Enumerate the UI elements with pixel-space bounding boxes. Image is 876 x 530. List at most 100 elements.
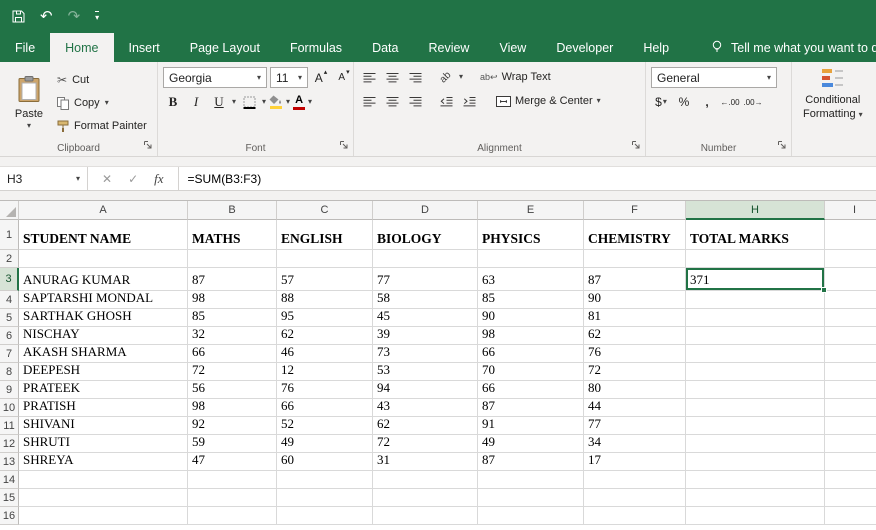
cell-B4[interactable]: 98 bbox=[188, 291, 277, 309]
merge-dropdown-icon[interactable]: ▾ bbox=[597, 97, 601, 105]
number-format-dropdown-icon[interactable]: ▾ bbox=[767, 74, 771, 82]
cell-A13[interactable]: SHREYA bbox=[19, 453, 188, 471]
cell-F11[interactable]: 77 bbox=[584, 417, 686, 435]
row-header-7[interactable]: 7 bbox=[0, 345, 19, 363]
top-align-button[interactable] bbox=[359, 67, 379, 87]
cell-H11[interactable] bbox=[686, 417, 825, 435]
cell-A12[interactable]: SHRUTI bbox=[19, 435, 188, 453]
decrease-font-size-button[interactable]: A▾ bbox=[334, 68, 354, 88]
cell-C11[interactable]: 52 bbox=[277, 417, 373, 435]
cell-F6[interactable]: 62 bbox=[584, 327, 686, 345]
cell-A7[interactable]: AKASH SHARMA bbox=[19, 345, 188, 363]
cell-I4[interactable] bbox=[825, 291, 876, 309]
cell-I5[interactable] bbox=[825, 309, 876, 327]
name-box-dropdown-icon[interactable]: ▾ bbox=[76, 175, 80, 183]
cell-C8[interactable]: 12 bbox=[277, 363, 373, 381]
cell-C6[interactable]: 62 bbox=[277, 327, 373, 345]
orientation-button[interactable]: ab bbox=[436, 67, 456, 87]
cell-D11[interactable]: 62 bbox=[373, 417, 478, 435]
cell-B2[interactable] bbox=[188, 250, 277, 268]
cell-D13[interactable]: 31 bbox=[373, 453, 478, 471]
cell-B13[interactable]: 47 bbox=[188, 453, 277, 471]
cell-A4[interactable]: SAPTARSHI MONDAL bbox=[19, 291, 188, 309]
cell-I3[interactable] bbox=[825, 268, 876, 291]
ribbon-tab-data[interactable]: Data bbox=[357, 33, 413, 62]
align-left-button[interactable] bbox=[359, 91, 379, 111]
cut-button[interactable]: ✂ Cut bbox=[57, 71, 147, 89]
cell-D15[interactable] bbox=[373, 489, 478, 507]
column-header-A[interactable]: A bbox=[19, 201, 188, 220]
cell-E14[interactable] bbox=[478, 471, 584, 489]
tell-me-box[interactable]: Tell me what you want to do bbox=[710, 33, 876, 62]
cell-A10[interactable]: PRATISH bbox=[19, 399, 188, 417]
cell-F5[interactable]: 81 bbox=[584, 309, 686, 327]
cell-E2[interactable] bbox=[478, 250, 584, 268]
row-header-9[interactable]: 9 bbox=[0, 381, 19, 399]
cell-D3[interactable]: 77 bbox=[373, 268, 478, 291]
row-header-5[interactable]: 5 bbox=[0, 309, 19, 327]
cell-F3[interactable]: 87 bbox=[584, 268, 686, 291]
cell-B1[interactable]: MATHS bbox=[188, 220, 277, 250]
row-header-10[interactable]: 10 bbox=[0, 399, 19, 417]
ribbon-tab-developer[interactable]: Developer bbox=[541, 33, 628, 62]
cell-C7[interactable]: 46 bbox=[277, 345, 373, 363]
cell-F14[interactable] bbox=[584, 471, 686, 489]
comma-style-button[interactable]: , bbox=[697, 92, 717, 112]
cell-I12[interactable] bbox=[825, 435, 876, 453]
font-name-combo[interactable]: Georgia ▾ bbox=[163, 67, 267, 88]
cell-B9[interactable]: 56 bbox=[188, 381, 277, 399]
number-dialog-launcher[interactable] bbox=[777, 139, 787, 153]
cell-H13[interactable] bbox=[686, 453, 825, 471]
cell-E13[interactable]: 87 bbox=[478, 453, 584, 471]
cell-F12[interactable]: 34 bbox=[584, 435, 686, 453]
cell-E8[interactable]: 70 bbox=[478, 363, 584, 381]
bottom-align-button[interactable] bbox=[405, 67, 425, 87]
cell-C2[interactable] bbox=[277, 250, 373, 268]
cell-H7[interactable] bbox=[686, 345, 825, 363]
cell-H2[interactable] bbox=[686, 250, 825, 268]
cell-B15[interactable] bbox=[188, 489, 277, 507]
name-box[interactable]: H3 ▾ bbox=[0, 167, 88, 190]
clipboard-dialog-launcher[interactable] bbox=[143, 139, 153, 153]
row-header-4[interactable]: 4 bbox=[0, 291, 19, 309]
cell-E10[interactable]: 87 bbox=[478, 399, 584, 417]
cell-A11[interactable]: SHIVANI bbox=[19, 417, 188, 435]
cell-H12[interactable] bbox=[686, 435, 825, 453]
cell-C16[interactable] bbox=[277, 507, 373, 525]
cell-B5[interactable]: 85 bbox=[188, 309, 277, 327]
cancel-button[interactable]: ✕ bbox=[102, 172, 112, 186]
cell-E16[interactable] bbox=[478, 507, 584, 525]
cell-I9[interactable] bbox=[825, 381, 876, 399]
cell-B10[interactable]: 98 bbox=[188, 399, 277, 417]
cell-H8[interactable] bbox=[686, 363, 825, 381]
cell-H6[interactable] bbox=[686, 327, 825, 345]
underline-button[interactable]: U bbox=[209, 92, 229, 112]
cell-B11[interactable]: 92 bbox=[188, 417, 277, 435]
alignment-dialog-launcher[interactable] bbox=[631, 139, 641, 153]
ribbon-tab-page-layout[interactable]: Page Layout bbox=[175, 33, 275, 62]
cell-E12[interactable]: 49 bbox=[478, 435, 584, 453]
redo-button[interactable]: ↷ bbox=[68, 9, 81, 24]
enter-button[interactable]: ✓ bbox=[128, 172, 138, 186]
cell-A2[interactable] bbox=[19, 250, 188, 268]
row-header-3[interactable]: 3 bbox=[0, 268, 19, 291]
cell-H9[interactable] bbox=[686, 381, 825, 399]
cell-H5[interactable] bbox=[686, 309, 825, 327]
cell-C15[interactable] bbox=[277, 489, 373, 507]
cell-D10[interactable]: 43 bbox=[373, 399, 478, 417]
fill-color-dropdown-icon[interactable]: ▾ bbox=[286, 98, 290, 106]
increase-decimal-button[interactable]: ←.00 bbox=[720, 92, 740, 112]
number-format-combo[interactable]: General ▾ bbox=[651, 67, 777, 88]
fill-handle[interactable] bbox=[821, 287, 827, 293]
cell-D5[interactable]: 45 bbox=[373, 309, 478, 327]
borders-button[interactable] bbox=[239, 92, 259, 112]
cell-F10[interactable]: 44 bbox=[584, 399, 686, 417]
format-painter-button[interactable]: Format Painter bbox=[57, 117, 147, 135]
select-all-button[interactable] bbox=[0, 201, 19, 220]
cell-A14[interactable] bbox=[19, 471, 188, 489]
cell-C1[interactable]: ENGLISH bbox=[277, 220, 373, 250]
cell-A8[interactable]: DEEPESH bbox=[19, 363, 188, 381]
cell-B3[interactable]: 87 bbox=[188, 268, 277, 291]
cell-H3[interactable]: 371 bbox=[686, 268, 825, 291]
column-header-E[interactable]: E bbox=[478, 201, 584, 220]
